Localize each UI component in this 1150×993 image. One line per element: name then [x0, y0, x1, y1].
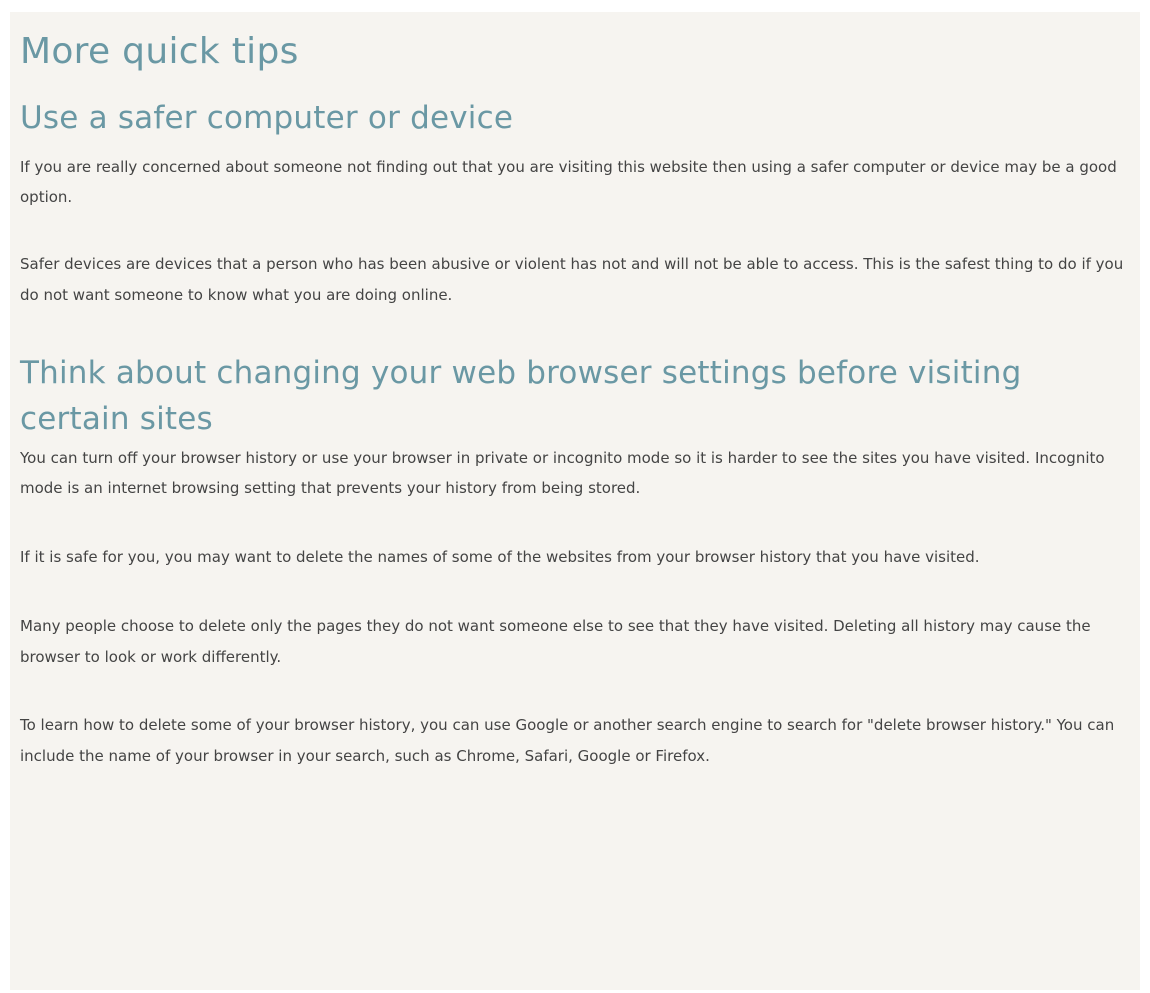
section-browser-settings: Think about changing your web browser se… — [20, 350, 1140, 772]
paragraph: Many people choose to delete only the pa… — [20, 616, 1091, 666]
page-title: More quick tips — [20, 31, 299, 72]
paragraph: If it is safe for you, you may want to d… — [20, 548, 980, 567]
section-heading: Think about changing your web browser se… — [20, 354, 1022, 438]
paragraph: You can turn off your browser history or… — [20, 448, 1105, 498]
paragraph: To learn how to delete some of your brow… — [20, 716, 1115, 766]
paragraph: Safer devices are devices that a person … — [20, 255, 1124, 304]
section-heading: Use a safer computer or device — [20, 100, 514, 137]
section-safer-device: Use a safer computer or device If you ar… — [20, 95, 1140, 311]
content-panel: More quick tips Use a safer computer or … — [10, 12, 1140, 990]
paragraph: If you are really concerned about someon… — [20, 157, 1117, 207]
